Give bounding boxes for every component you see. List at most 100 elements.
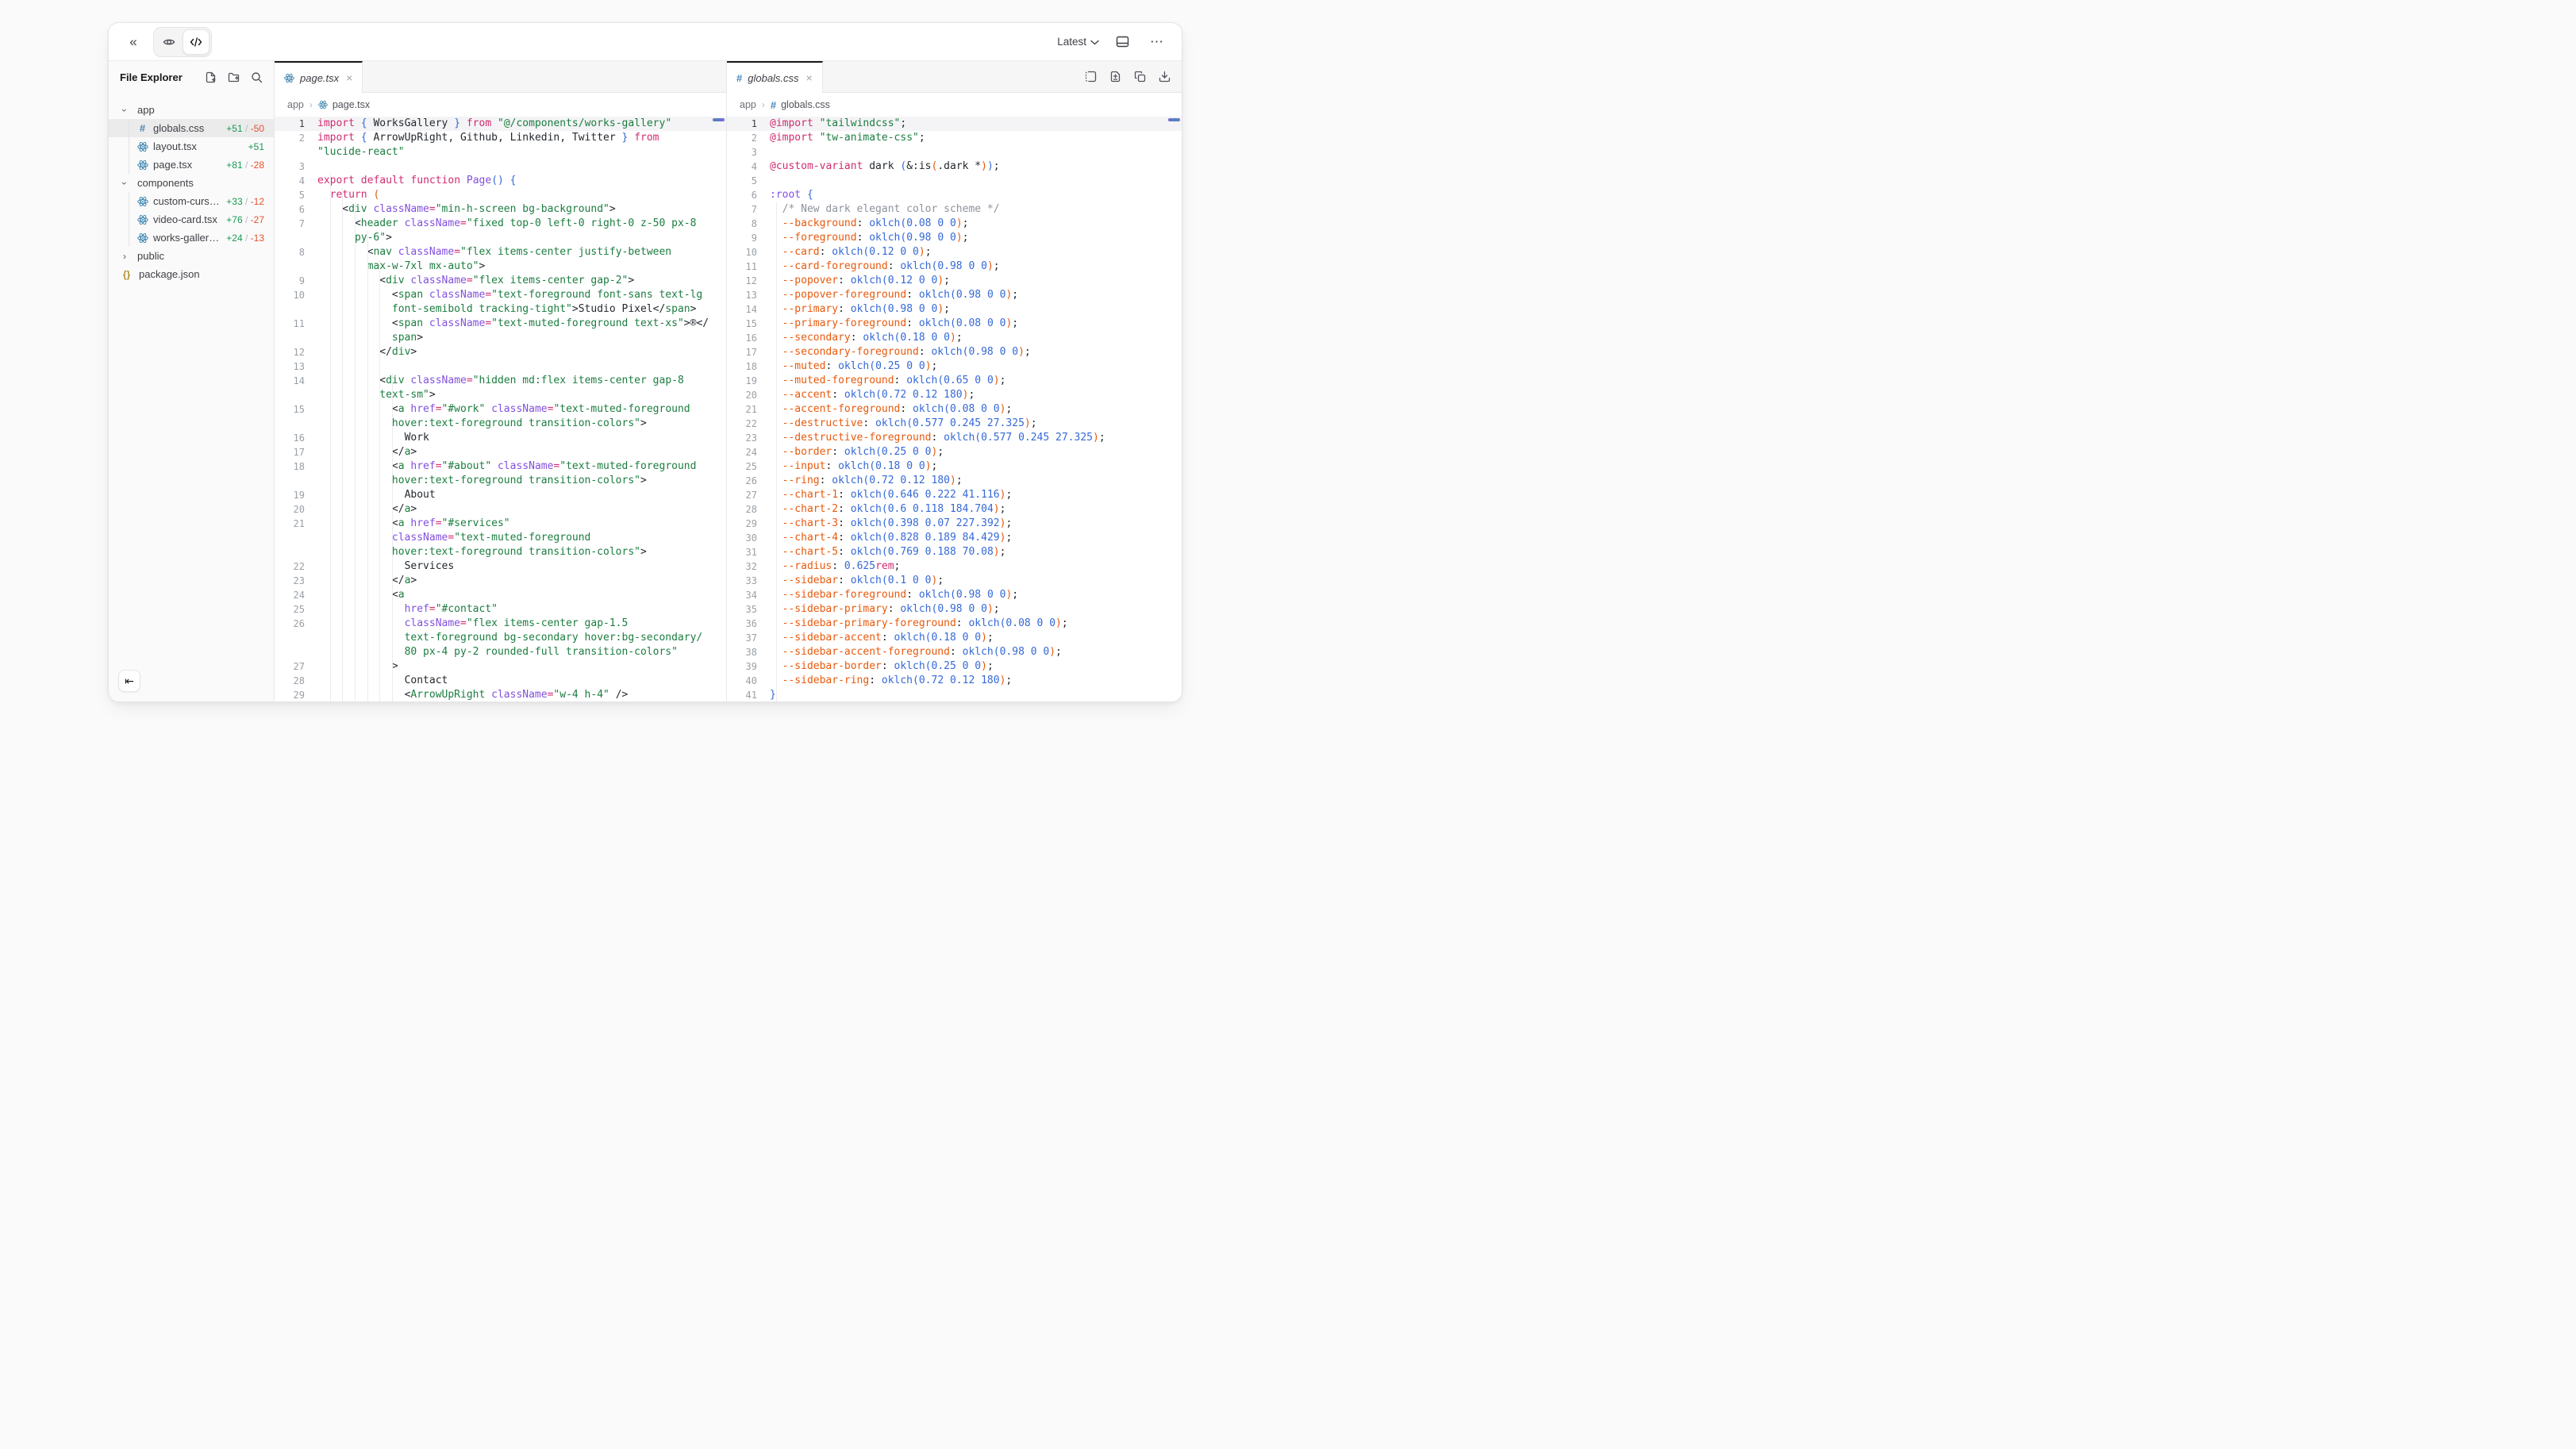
tree-file-package.json[interactable]: {}package.json [109,265,274,283]
editor-pane-page-tsx: page.tsx × app › page.ts [275,61,727,701]
code-text: <nav className="flex items-center justif… [305,245,671,259]
code-line[interactable]: 16--secondary: oklch(0.18 0 0); [727,331,1182,345]
code-line[interactable]: 29--chart-3: oklch(0.398 0.07 227.392); [727,517,1182,531]
code-text: --sidebar-accent: oklch(0.18 0 0); [757,631,994,645]
code-line[interactable]: 37--sidebar-accent: oklch(0.18 0 0); [727,631,1182,645]
code-line[interactable]: 2import { ArrowUpRight, Github, Linkedin… [275,131,726,145]
code-line[interactable]: 33--sidebar: oklch(0.1 0 0); [727,574,1182,588]
close-tab-icon[interactable]: × [344,71,354,84]
code-line[interactable]: 21--accent-foreground: oklch(0.08 0 0); [727,402,1182,417]
search-button[interactable] [248,69,264,85]
code-line[interactable]: 5 [727,174,1182,188]
code-line[interactable]: 1import { WorksGallery } from "@/compone… [275,117,726,131]
code-line[interactable]: 26--ring: oklch(0.72 0.12 180); [727,474,1182,488]
tree-file-video-card.tsx[interactable]: video-card.tsx+76 / -27 [109,210,274,229]
code-line[interactable]: 27--chart-1: oklch(0.646 0.222 41.116); [727,488,1182,502]
code-line[interactable]: 30--chart-4: oklch(0.828 0.189 84.429); [727,531,1182,545]
tree-folder-app[interactable]: ›app [109,101,274,119]
code-line[interactable]: 3 [275,160,726,174]
copy-button[interactable] [1130,67,1149,86]
code-line[interactable]: 40--sidebar-ring: oklch(0.72 0.12 180); [727,674,1182,688]
breadcrumb-root[interactable]: app [287,99,304,110]
preview-toggle-button[interactable] [156,29,183,55]
code-line[interactable]: 34--sidebar-foreground: oklch(0.98 0 0); [727,588,1182,602]
code-line[interactable]: 38--sidebar-accent-foreground: oklch(0.9… [727,645,1182,659]
hash-icon: # [736,72,742,84]
code-line[interactable]: 4export default function Page() { [275,174,726,188]
line-number: 21 [275,517,305,531]
code-line[interactable]: 2@import "tw-animate-css"; [727,131,1182,145]
code-line[interactable]: 35--sidebar-primary: oklch(0.98 0 0); [727,602,1182,617]
diff-stats: +51 / -50 [226,123,264,134]
line-number: 5 [727,174,757,188]
tree-folder-components[interactable]: ›components [109,174,274,192]
file-explorer-panel: File Explorer [109,61,275,701]
code-line[interactable]: 9--foreground: oklch(0.98 0 0); [727,231,1182,245]
code-line[interactable]: 18--muted: oklch(0.25 0 0); [727,359,1182,374]
code-line[interactable]: 22--destructive: oklch(0.577 0.245 27.32… [727,417,1182,431]
line-number: 14 [275,374,305,388]
code-line[interactable]: 20--accent: oklch(0.72 0.12 180); [727,388,1182,402]
more-options-button[interactable]: ⋯ [1145,30,1169,54]
version-selector[interactable]: Latest [1057,36,1099,48]
close-tab-icon[interactable]: × [805,71,814,84]
code-line[interactable]: "lucide-react" [275,145,726,160]
scrollbar-thumb[interactable] [713,118,725,121]
collapse-panel-button[interactable]: « [121,30,145,54]
code-text: <div className="min-h-screen bg-backgrou… [305,202,616,217]
code-editor-globals-css[interactable]: 1@import "tailwindcss";2@import "tw-anim… [727,117,1182,701]
tree-folder-public[interactable]: ›public [109,247,274,265]
code-line[interactable]: 28--chart-2: oklch(0.6 0.118 184.704); [727,502,1182,517]
code-line[interactable]: 39--sidebar-border: oklch(0.25 0 0); [727,659,1182,674]
code-line[interactable]: 31--chart-5: oklch(0.769 0.188 70.08); [727,545,1182,559]
chevron-right-icon: › [120,251,129,262]
code-line[interactable]: 12--popover: oklch(0.12 0 0); [727,274,1182,288]
split-editor-button[interactable] [1081,67,1100,86]
line-number [275,145,305,160]
code-line[interactable]: 25--input: oklch(0.18 0 0); [727,459,1182,474]
code-line[interactable]: 1@import "tailwindcss"; [727,117,1182,131]
collapse-sidebar-button[interactable]: ⇤ [118,670,140,692]
code-text: hover:text-foreground transition-colors"… [305,545,647,559]
code-line[interactable]: 4@custom-variant dark (&:is(.dark *)); [727,160,1182,174]
panel-bottom-button[interactable] [1110,30,1134,54]
code-line[interactable]: 14--primary: oklch(0.98 0 0); [727,302,1182,317]
code-line[interactable]: 17--secondary-foreground: oklch(0.98 0 0… [727,345,1182,359]
new-folder-button[interactable] [225,69,241,85]
code-line[interactable]: 7/* New dark elegant color scheme */ [727,202,1182,217]
tree-file-layout.tsx[interactable]: layout.tsx+51 [109,137,274,156]
scrollbar-thumb[interactable] [1168,118,1180,121]
code-line[interactable]: 24--border: oklch(0.25 0 0); [727,445,1182,459]
line-number: 32 [727,559,757,574]
tab-globals-css[interactable]: # globals.css × [727,61,823,93]
copy-icon [1134,71,1146,83]
breadcrumb: app › # globals.css [727,93,1182,117]
tab-page-tsx[interactable]: page.tsx × [275,61,363,93]
code-line[interactable]: 19--muted-foreground: oklch(0.65 0 0); [727,374,1182,388]
code-line[interactable]: 41} [727,688,1182,701]
code-line[interactable]: 6:root { [727,188,1182,202]
code-line[interactable]: 10--card: oklch(0.12 0 0); [727,245,1182,259]
tree-file-works-galler[interactable]: works-galler…+24 / -13 [109,229,274,247]
code-editor-page-tsx[interactable]: 1import { WorksGallery } from "@/compone… [275,117,726,701]
code-line[interactable]: 15--primary-foreground: oklch(0.08 0 0); [727,317,1182,331]
tree-file-custom-curs[interactable]: custom-curs…+33 / -12 [109,192,274,210]
breadcrumb-root[interactable]: app [740,99,756,110]
code-text: } [757,688,776,701]
download-button[interactable] [1155,67,1174,86]
file-diff-button[interactable] [1105,67,1125,86]
code-line[interactable]: 11--card-foreground: oklch(0.98 0 0); [727,259,1182,274]
new-file-button[interactable] [202,69,218,85]
tree-file-page.tsx[interactable]: page.tsx+81 / -28 [109,156,274,174]
code-line[interactable]: 36--sidebar-primary-foreground: oklch(0.… [727,617,1182,631]
code-line[interactable]: 32--radius: 0.625rem; [727,559,1182,574]
line-number: 1 [727,117,757,131]
code-toggle-button[interactable] [183,29,210,55]
code-line[interactable]: 8--background: oklch(0.08 0 0); [727,217,1182,231]
line-number: 15 [275,402,305,417]
tree-file-globals.css[interactable]: #globals.css+51 / -50 [109,119,274,137]
code-line[interactable]: 13--popover-foreground: oklch(0.98 0 0); [727,288,1182,302]
code-line[interactable]: 23--destructive-foreground: oklch(0.577 … [727,431,1182,445]
code-line[interactable]: 3 [727,145,1182,160]
react-icon [136,233,148,244]
